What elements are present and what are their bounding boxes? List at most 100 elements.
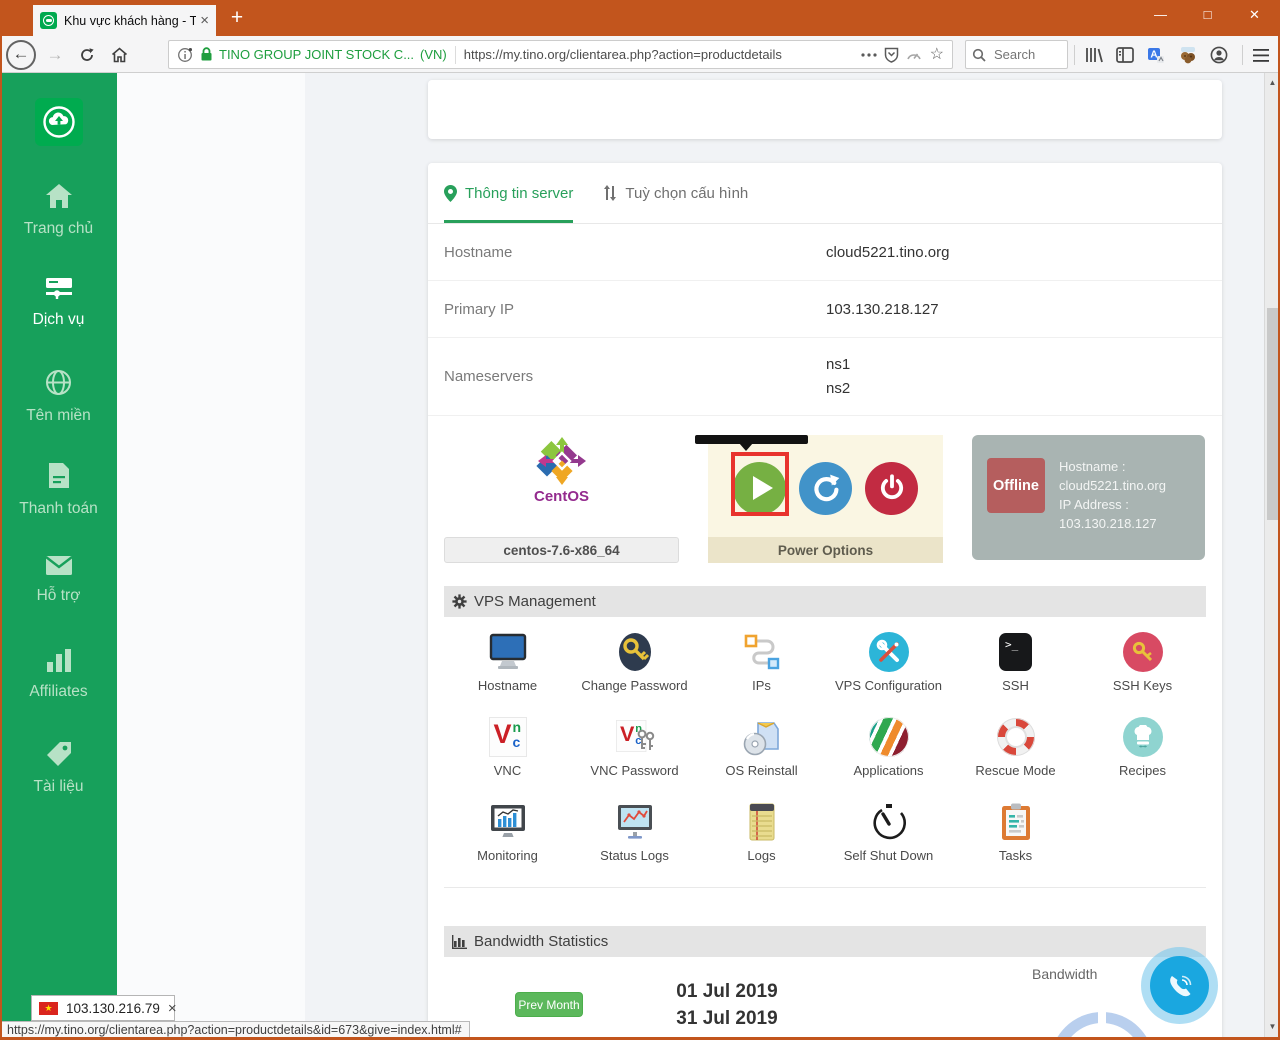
library-icon[interactable]	[1083, 45, 1105, 65]
bandwidth-area: Prev Month 01 Jul 2019 31 Jul 2019 Bandw…	[444, 957, 1206, 1040]
vps-management-header: VPS Management	[444, 586, 1206, 617]
vps-item-ssh[interactable]: >_ SSH	[952, 630, 1079, 702]
os-version-label: centos-7.6-x86_64	[444, 537, 679, 563]
sidebar-item-docs[interactable]: Tài liệu	[0, 741, 117, 797]
link-status-bar: https://my.tino.org/clientarea.php?actio…	[0, 1021, 470, 1038]
vps-item-rescue-mode[interactable]: Rescue Mode	[952, 715, 1079, 787]
minimize-button[interactable]: —	[1137, 0, 1184, 31]
prev-month-button[interactable]: Prev Month	[515, 992, 583, 1017]
shutdown-button[interactable]	[865, 462, 918, 515]
sidebar: Trang chủ Dịch vụ Tên miền Thanh toán Hỗ…	[0, 73, 117, 1040]
lifebuoy-icon	[997, 718, 1035, 756]
vps-item-recipes[interactable]: Recipes	[1079, 715, 1206, 787]
tooltip-bar	[695, 435, 808, 444]
vps-item-self-shutdown[interactable]: Self Shut Down	[825, 800, 952, 872]
map-pin-icon	[444, 185, 457, 202]
reader-gauge-icon[interactable]	[906, 49, 922, 60]
menu-icon[interactable]	[1250, 45, 1272, 65]
invoice-icon	[48, 462, 70, 489]
vps-item-vnc[interactable]: Vnc VNC	[444, 715, 571, 787]
pocket-icon[interactable]	[884, 47, 899, 63]
vps-item-status-logs[interactable]: Status Logs	[571, 800, 698, 872]
terminal-icon: >_	[999, 633, 1032, 671]
vps-item-vnc-password[interactable]: Vnc VNC Password	[571, 715, 698, 787]
url-separator	[455, 46, 456, 64]
browser-tab[interactable]: Khu vực khách hàng - Tino Gro ×	[33, 5, 216, 36]
bookmark-star-icon[interactable]: ☆	[930, 47, 944, 63]
vps-item-monitoring[interactable]: Monitoring	[444, 800, 571, 872]
sidebar-item-domains[interactable]: Tên miền	[0, 369, 117, 425]
date-range: 01 Jul 2019 31 Jul 2019	[637, 978, 817, 1032]
sidebar-item-services[interactable]: Dịch vụ	[0, 276, 117, 332]
vps-item-tasks[interactable]: Tasks	[952, 800, 1079, 872]
bar-chart-icon	[46, 648, 72, 672]
reload-icon[interactable]	[72, 40, 102, 70]
vps-item-logs[interactable]: Logs	[698, 800, 825, 872]
tino-logo[interactable]	[35, 98, 83, 146]
vps-item-vps-configuration[interactable]: VPS Configuration	[825, 630, 952, 702]
sidebar-item-home[interactable]: Trang chủ	[0, 183, 117, 239]
maximize-button[interactable]: □	[1184, 0, 1231, 31]
forward-button[interactable]: →	[40, 40, 70, 70]
scrollbar-thumb[interactable]	[1267, 308, 1278, 520]
status-hostname-label: Hostname :	[1059, 458, 1166, 477]
globe-icon	[45, 369, 72, 396]
bandwidth-statistics-header: Bandwidth Statistics	[444, 926, 1206, 957]
tab-config-options[interactable]: Tuỳ chọn cấu hình	[603, 163, 748, 223]
page-actions-icon[interactable]	[861, 53, 877, 57]
svg-text:A: A	[1150, 49, 1157, 60]
section-divider	[444, 887, 1206, 888]
viber-chat-button[interactable]	[1150, 956, 1209, 1015]
translate-extension-icon[interactable]: A	[1145, 45, 1167, 65]
vps-item-ssh-keys[interactable]: SSH Keys	[1079, 630, 1206, 702]
clipboard-icon	[999, 802, 1033, 842]
vps-item-change-password[interactable]: Change Password	[571, 630, 698, 702]
envelope-icon	[45, 555, 73, 576]
sidebar-item-support[interactable]: Hỗ trợ	[0, 555, 117, 611]
tab-close-icon[interactable]: ×	[200, 13, 209, 28]
server-icon	[45, 276, 73, 300]
chef-hat-icon	[1132, 725, 1154, 749]
close-button[interactable]: ✕	[1231, 0, 1278, 31]
os-box: CentOS centos-7.6-x86_64	[444, 435, 679, 563]
vps-item-os-reinstall[interactable]: OS Reinstall	[698, 715, 825, 787]
search-bar[interactable]	[965, 40, 1068, 69]
detail-tabs: Thông tin server Tuỳ chọn cấu hình	[428, 163, 1222, 224]
sidebar-item-affiliates[interactable]: Affiliates	[0, 648, 117, 704]
toolbar-separator	[1242, 45, 1243, 65]
vps-item-applications[interactable]: Applications	[825, 715, 952, 787]
toolbar-separator	[1074, 45, 1075, 65]
account-icon[interactable]	[1208, 45, 1230, 65]
donut-gap	[1098, 1012, 1106, 1024]
stopwatch-icon	[870, 802, 908, 842]
server-detail-card: Thông tin server Tuỳ chọn cấu hình Hostn…	[428, 163, 1222, 1040]
sidebar-item-billing[interactable]: Thanh toán	[0, 462, 117, 518]
info-row-nameservers: Nameservers ns1ns2	[428, 338, 1222, 416]
sidebar-toggle-icon[interactable]	[1114, 45, 1136, 65]
tools-icon	[876, 639, 902, 665]
url-text[interactable]: https://my.tino.org/clientarea.php?actio…	[464, 47, 854, 62]
date-end: 31 Jul 2019	[637, 1005, 817, 1032]
status-ip-value: 103.130.218.127	[1059, 515, 1166, 534]
back-button[interactable]: ←	[6, 40, 36, 70]
popup-close-icon[interactable]: ×	[168, 1001, 177, 1016]
os-reinstall-icon	[742, 717, 782, 757]
notepad-icon	[748, 802, 776, 842]
certificate-owner[interactable]: TINO GROUP JOINT STOCK C...	[219, 47, 414, 62]
cookie-extension-icon[interactable]	[1177, 45, 1199, 65]
search-input[interactable]	[992, 46, 1052, 63]
vps-item-hostname[interactable]: Hostname	[444, 630, 571, 702]
reboot-button[interactable]	[799, 462, 852, 515]
vps-item-ips[interactable]: IPs	[698, 630, 825, 702]
power-options-panel: Power Options	[708, 435, 943, 563]
address-bar[interactable]: TINO GROUP JOINT STOCK C... (VN) https:/…	[168, 40, 953, 69]
new-tab-button[interactable]: +	[222, 3, 252, 33]
site-info-icon[interactable]	[177, 47, 193, 63]
home-icon[interactable]	[104, 40, 134, 70]
keys-icon	[636, 729, 656, 753]
ip-notification-popup[interactable]: ★ 103.130.216.79 ×	[31, 995, 175, 1021]
tab-server-info[interactable]: Thông tin server	[444, 163, 573, 223]
browser-navbar: ← → TINO GROUP JOINT STOCK C... (VN) htt…	[0, 36, 1280, 73]
window-border-left	[0, 36, 2, 1040]
status-logs-icon	[615, 803, 655, 841]
